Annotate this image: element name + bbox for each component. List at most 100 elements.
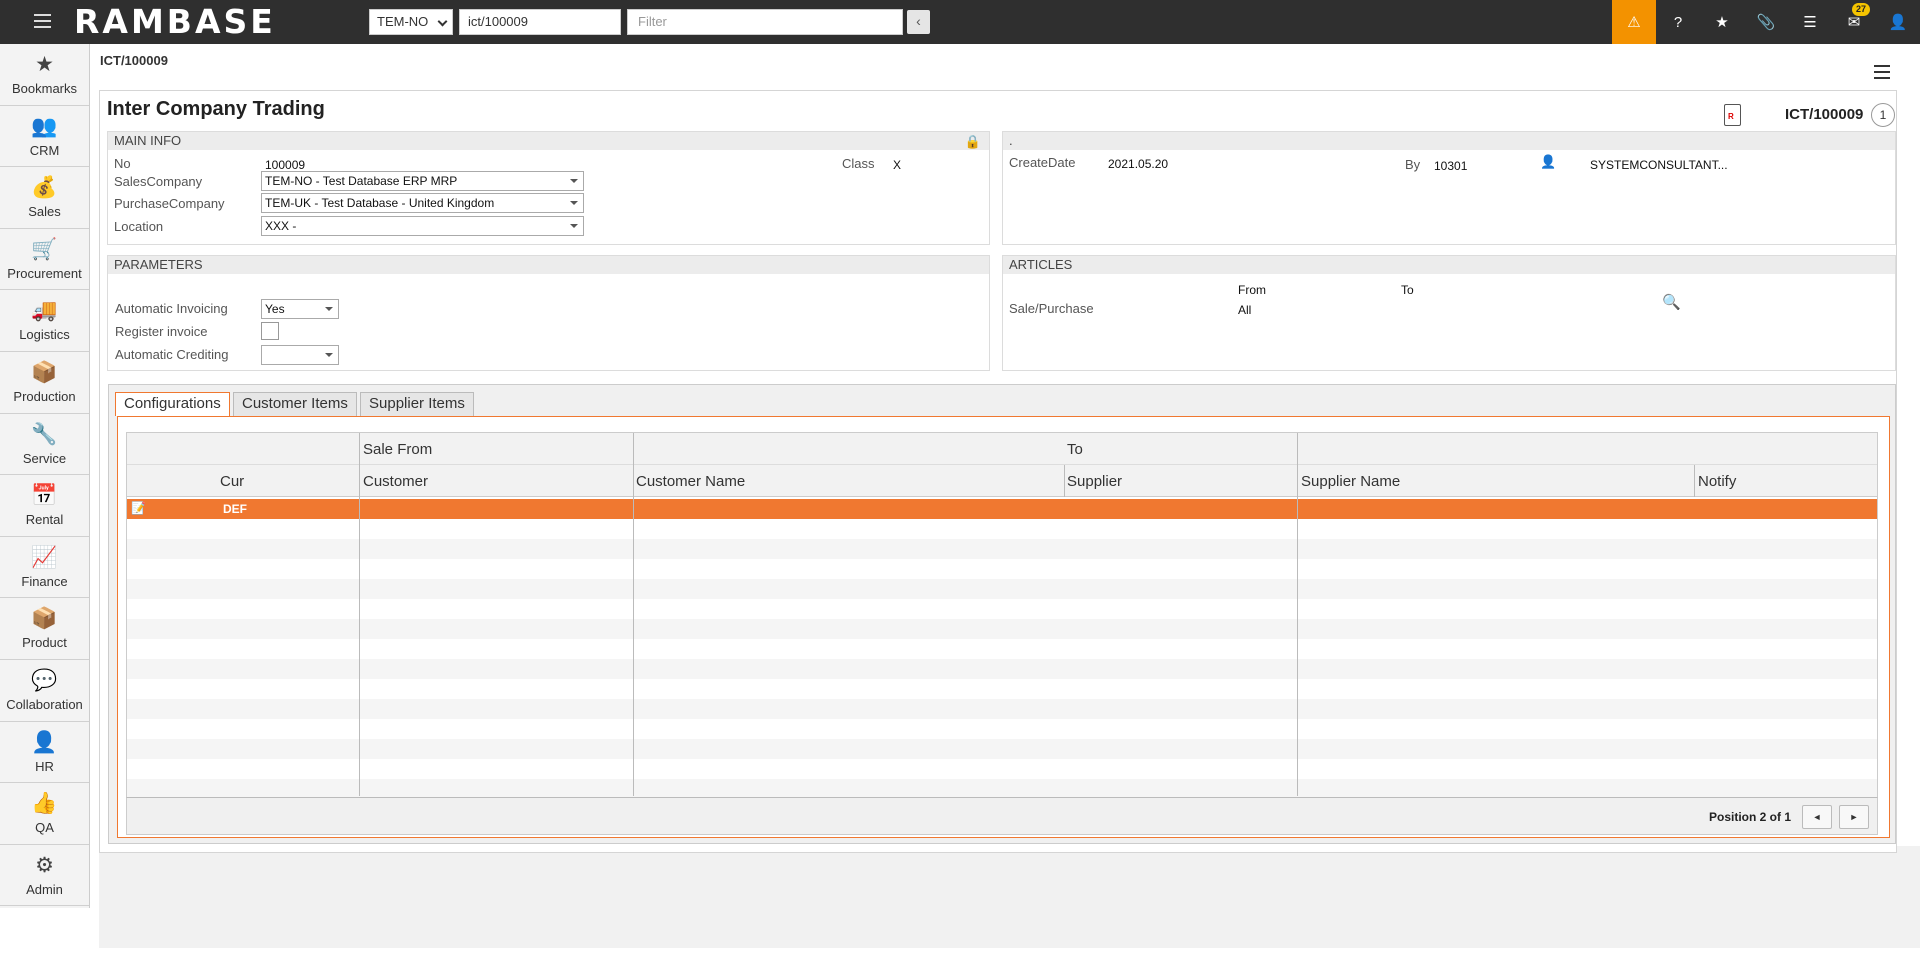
row-edit-icon[interactable]: 📝 (131, 501, 146, 515)
search-input[interactable]: ict/100009 (459, 9, 621, 35)
group-to: To (1067, 441, 1083, 458)
user-icon[interactable]: 👤 (1876, 0, 1920, 44)
sales-company-select[interactable]: TEM-NO - Test Database ERP MRP (261, 171, 584, 191)
top-bar: RAMBASE TEM-NO ict/100009 Filter ‹ ⚠ ? ★… (0, 0, 1920, 44)
no-label: No (114, 156, 131, 171)
list-icon[interactable]: ☰ (1788, 0, 1832, 44)
person-icon: 👤 (31, 730, 58, 754)
calendar-icon: 📅 (31, 484, 58, 508)
sale-purchase-value: All (1238, 303, 1252, 317)
sidebar-item-sales[interactable]: 💰 Sales (0, 167, 89, 229)
sidebar-item-label: Rental (25, 512, 64, 528)
row-cur: DEF (223, 502, 247, 516)
tab-configurations[interactable]: Configurations (115, 392, 230, 416)
sidebar-item-label: Procurement (7, 265, 82, 281)
sidebar-item-label: Finance (21, 573, 68, 589)
bookmark-star-icon[interactable]: ★ (1700, 0, 1744, 44)
table-row-empty (127, 679, 1877, 699)
report-document-icon[interactable] (1724, 104, 1741, 126)
table-row-empty (127, 739, 1877, 759)
parameters-panel: PARAMETERS Automatic Invoicing Yes Regis… (107, 255, 990, 371)
location-label: Location (114, 219, 164, 234)
lock-icon[interactable]: 🔒 (965, 134, 981, 150)
company-select-value: TEM-NO (377, 14, 429, 29)
search-icon[interactable]: 🔍 (1662, 293, 1681, 311)
sidebar: ★ Bookmarks 👥 CRM 💰 Sales 🛒 Procurement 🚚 Log… (0, 44, 90, 908)
page-menu-icon[interactable] (1874, 65, 1890, 79)
auto-crediting-select[interactable] (261, 345, 339, 365)
sidebar-item-label: Logistics (19, 327, 70, 343)
configurations-grid: Sale From To Cur Customer Customer Name … (126, 432, 1878, 799)
purchase-company-select[interactable]: TEM-UK - Test Database - United Kingdom (261, 193, 584, 213)
dropdown-arrow-icon (325, 307, 333, 311)
column-divider (633, 433, 634, 796)
sidebar-item-label: CRM (29, 142, 60, 158)
tab-supplier-items[interactable]: Supplier Items (360, 392, 474, 416)
col-supplier-name[interactable]: Supplier Name (1301, 473, 1400, 490)
document-id: ICT/100009 (1785, 106, 1864, 123)
breadcrumb: ICT/100009 (100, 53, 168, 68)
col-cur[interactable]: Cur (220, 473, 244, 490)
group-sale-from: Sale From (363, 441, 433, 458)
attachment-icon[interactable]: 📎 (1744, 0, 1788, 44)
articles-panel: ARTICLES From To Sale/Purchase All 🔍 (1002, 255, 1896, 371)
next-page-button[interactable]: ► (1839, 805, 1869, 829)
sidebar-item-label: Product (22, 635, 67, 651)
sidebar-item-label: Production (13, 388, 76, 404)
sidebar-item-rental[interactable]: 📅 Rental (0, 475, 89, 537)
sidebar-item-collaboration[interactable]: 💬 Collaboration (0, 660, 89, 722)
main-menu-icon[interactable] (34, 14, 51, 28)
parameters-header: PARAMETERS (108, 256, 989, 274)
sidebar-item-label: Admin (26, 881, 63, 897)
sidebar-item-production[interactable]: 📦 Production (0, 352, 89, 414)
sidebar-item-label: QA (35, 820, 54, 836)
col-customer[interactable]: Customer (363, 473, 428, 490)
sidebar-item-product[interactable]: 📦 Product (0, 598, 89, 660)
no-value: 100009 (265, 158, 306, 172)
sidebar-item-logistics[interactable]: 🚚 Logistics (0, 290, 89, 352)
filter-input[interactable]: Filter (627, 9, 903, 35)
mail-count-badge: 27 (1851, 3, 1870, 16)
prev-page-button[interactable]: ◄ (1802, 805, 1832, 829)
sidebar-item-qa[interactable]: 👍 QA (0, 783, 89, 845)
sidebar-item-crm[interactable]: 👥 CRM (0, 106, 89, 168)
company-select[interactable]: TEM-NO (369, 9, 453, 35)
column-divider (1297, 433, 1298, 796)
sidebar-item-bookmarks[interactable]: ★ Bookmarks (0, 44, 89, 106)
col-customer-name[interactable]: Customer Name (636, 473, 745, 490)
collapse-button[interactable]: ‹ (907, 10, 930, 34)
help-icon[interactable]: ? (1656, 0, 1700, 44)
dropdown-arrow-icon (570, 224, 578, 228)
auto-invoicing-select[interactable]: Yes (261, 299, 339, 319)
location-select[interactable]: XXX - (261, 216, 584, 236)
sales-company-label: SalesCompany (114, 174, 203, 189)
col-notify[interactable]: Notify (1698, 473, 1736, 490)
class-label: Class (842, 156, 875, 171)
col-supplier[interactable]: Supplier (1067, 473, 1122, 490)
table-row-empty (127, 699, 1877, 719)
user-status-icon[interactable]: 👤 (1540, 154, 1556, 170)
sidebar-item-hr[interactable]: 👤 HR (0, 722, 89, 784)
sidebar-item-admin[interactable]: ⚙ Admin (0, 845, 89, 907)
created-info-header: . (1003, 132, 1895, 150)
sidebar-item-finance[interactable]: 📈 Finance (0, 537, 89, 599)
sales-company-value: TEM-NO - Test Database ERP MRP (265, 174, 458, 188)
chevron-down-icon (437, 16, 448, 27)
purchase-company-value: TEM-UK - Test Database - United Kingdom (265, 196, 495, 210)
grid-group-header: Sale From To (127, 433, 1877, 465)
table-row[interactable]: 📝 DEF (127, 499, 1877, 519)
truck-icon: 🚚 (31, 299, 58, 323)
table-row-empty (127, 599, 1877, 619)
rambase-logo[interactable]: RAMBASE (74, 4, 276, 40)
table-row-empty (127, 779, 1877, 799)
thumbs-up-icon: 👍 (31, 792, 58, 816)
sidebar-item-service[interactable]: 🔧 Service (0, 414, 89, 476)
warning-icon[interactable]: ⚠ (1612, 0, 1656, 44)
tab-customer-items[interactable]: Customer Items (233, 392, 357, 416)
sidebar-item-procurement[interactable]: 🛒 Procurement (0, 229, 89, 291)
register-invoice-checkbox[interactable] (261, 322, 279, 340)
mail-icon[interactable]: ✉ 27 (1832, 0, 1876, 44)
table-row-empty (127, 759, 1877, 779)
document-count-badge[interactable]: 1 (1871, 103, 1895, 127)
create-date-label: CreateDate (1009, 155, 1076, 170)
